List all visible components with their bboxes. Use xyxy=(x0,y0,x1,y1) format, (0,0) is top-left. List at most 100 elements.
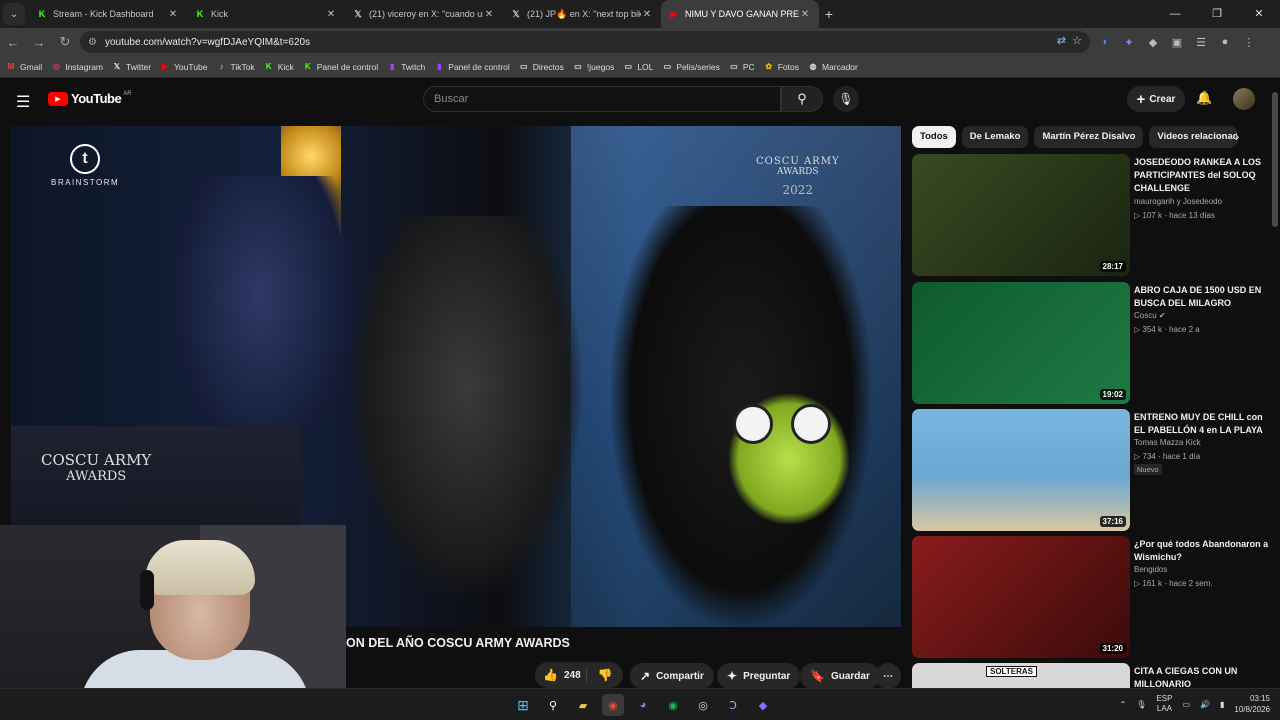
youtube-logo[interactable]: ▶ YouTube AR xyxy=(48,91,132,106)
tab-youtube-video[interactable]: ▶ NIMU Y DAVO GANAN PREMIO ✕ xyxy=(661,0,819,28)
windows-icon[interactable]: ⊞ xyxy=(512,694,534,716)
close-tab-icon[interactable]: ✕ xyxy=(167,9,179,20)
recommendation-title[interactable]: CITA A CIEGAS CON UN MILLONARIO xyxy=(1134,665,1272,688)
mic-icon[interactable]: 🎙 xyxy=(1136,700,1146,709)
save-button[interactable]: 🔖 Guardar xyxy=(800,663,880,689)
bookmark-folder-pelis[interactable]: ▭ Pelis/series xyxy=(662,62,720,72)
channel-name[interactable]: Coscu ✔ xyxy=(1134,311,1166,320)
bookmark-twitch[interactable]: ▮ Twitch xyxy=(387,62,425,72)
more-actions-button[interactable]: ⋯ xyxy=(875,663,901,689)
menu-icon[interactable]: ⋮ xyxy=(1242,36,1256,49)
channel-name[interactable]: Tomas Mazza Kick xyxy=(1134,438,1201,447)
like-button[interactable]: 👍 248 xyxy=(535,668,587,682)
close-tab-icon[interactable]: ✕ xyxy=(325,9,337,20)
share-button[interactable]: ↗ Compartir xyxy=(630,663,714,689)
recommendation-item[interactable]: 19:02 ABRO CAJA DE 1500 USD EN BUSCA DEL… xyxy=(912,282,1272,404)
new-tab-button[interactable]: + xyxy=(819,6,839,22)
bookmark-fotos[interactable]: ✿ Fotos xyxy=(764,62,799,72)
language-indicator[interactable]: ESP LAA xyxy=(1156,694,1172,714)
create-button[interactable]: + Crear xyxy=(1127,86,1185,112)
bookmark-marcador[interactable]: ◍ Marcador xyxy=(808,62,857,72)
video-thumbnail[interactable]: 28:17 xyxy=(912,154,1130,276)
bookmark-kick-panel[interactable]: K Panel de control xyxy=(303,62,378,72)
video-thumbnail[interactable]: 19:02 xyxy=(912,282,1130,404)
page-scrollbar[interactable] xyxy=(1272,82,1278,682)
volume-icon[interactable]: 🔊 xyxy=(1200,700,1210,709)
recommendation-item[interactable]: SOLTERAS CITA A CIEGAS CON UN MILLONARIO xyxy=(912,663,1272,688)
recommendation-title[interactable]: JOSEDEODO RANKEA A LOS PARTICIPANTES del… xyxy=(1134,156,1272,195)
bookmark-folder-directos[interactable]: ▭ Directos xyxy=(519,62,564,72)
tab-x-viceroy[interactable]: 𝕏 (21) viceroy en X: "cuando una ✕ xyxy=(345,0,503,28)
avatar[interactable] xyxy=(1233,88,1255,110)
tab-x-jp[interactable]: 𝕏 (21) JP🔥 en X: "next top biker ✕ xyxy=(503,0,661,28)
bookmark-star-icon[interactable]: ☆ xyxy=(1072,34,1082,47)
search-button[interactable]: ⚲ xyxy=(781,86,823,112)
scrollbar-thumb[interactable] xyxy=(1272,92,1278,227)
chip-todos[interactable]: Todos xyxy=(912,126,956,148)
close-tab-icon[interactable]: ✕ xyxy=(641,9,653,20)
search-input[interactable]: Buscar xyxy=(423,86,781,112)
dislike-button[interactable]: 👎 xyxy=(587,668,623,682)
app-icon[interactable]: ◆ xyxy=(752,694,774,716)
sidebar-icon[interactable]: ☰ xyxy=(1194,36,1208,49)
back-icon[interactable]: ← xyxy=(0,35,26,50)
reload-icon[interactable]: ↻ xyxy=(52,34,78,50)
search-icon[interactable]: ⚲ xyxy=(542,694,564,716)
bookmark-folder-juegos[interactable]: ▭ !juegos xyxy=(573,62,614,72)
chip-de-lemako[interactable]: De Lemako xyxy=(961,126,1029,148)
recommendation-title[interactable]: ENTRENO MUY DE CHILL con EL PABELLÓN 4 e… xyxy=(1134,411,1272,437)
file-explorer-icon[interactable]: ▰ xyxy=(572,694,594,716)
monitor-icon[interactable]: ▭ xyxy=(1182,700,1190,709)
tab-kick[interactable]: K Kick ✕ xyxy=(187,0,345,28)
obs-icon[interactable]: ◎ xyxy=(692,694,714,716)
maximize-icon[interactable]: ❐ xyxy=(1196,0,1238,28)
bookmark-youtube[interactable]: ▶ YouTube xyxy=(160,62,207,72)
channel-name[interactable]: maurogarih y Josedeodo xyxy=(1134,197,1222,206)
minimize-icon[interactable]: — xyxy=(1154,0,1196,28)
extension-icon[interactable]: ◆ xyxy=(1146,36,1160,49)
video-thumbnail[interactable]: 31:20 xyxy=(912,536,1130,658)
video-thumbnail[interactable]: 37:16 xyxy=(912,409,1130,531)
battery-icon[interactable]: ▮ xyxy=(1220,700,1224,709)
recommendation-item[interactable]: 31:20 ¿Por qué todos Abandonaron a Wismi… xyxy=(912,536,1272,658)
chevron-right-icon[interactable]: › xyxy=(1235,126,1239,148)
menu-hamburger-icon[interactable]: ☰ xyxy=(16,92,30,112)
bookmark-twitch-panel[interactable]: ▮ Panel de control xyxy=(434,62,510,72)
bookmark-folder-lol[interactable]: ▭ LOL xyxy=(623,62,654,72)
bookmark-instagram[interactable]: ◎ Instagram xyxy=(51,62,103,72)
site-info-icon[interactable]: ⚙ xyxy=(88,37,97,48)
forward-icon[interactable]: → xyxy=(26,35,52,50)
ask-button[interactable]: ✦ Preguntar xyxy=(717,663,801,689)
channel-name[interactable]: Bengidos xyxy=(1134,565,1167,574)
clock[interactable]: 03:15 10/8/2026 xyxy=(1234,693,1270,715)
recommendation-title[interactable]: ABRO CAJA DE 1500 USD EN BUSCA DEL MILAG… xyxy=(1134,284,1272,310)
extension-icon[interactable]: ◗ xyxy=(1098,36,1112,48)
video-thumbnail[interactable]: SOLTERAS xyxy=(912,663,1130,688)
translate-icon[interactable]: ⇄ xyxy=(1057,34,1066,47)
bookmark-folder-pc[interactable]: ▭ PC xyxy=(729,62,755,72)
chevron-up-icon[interactable]: ⌃ xyxy=(1120,700,1127,709)
chip-videos-relacionados[interactable]: Videos relacionados xyxy=(1149,126,1238,148)
tab-kick-dashboard[interactable]: K Stream - Kick Dashboard ✕ xyxy=(29,0,187,28)
bookmark-gmail[interactable]: M Gmail xyxy=(6,62,43,72)
discord-icon[interactable]: ◕ xyxy=(632,694,654,716)
chip-martin-perez-disalvo[interactable]: Martín Pérez Disalvo xyxy=(1034,126,1144,148)
close-tab-icon[interactable]: ✕ xyxy=(483,9,495,20)
recommendation-title[interactable]: ¿Por qué todos Abandonaron a Wismichu? xyxy=(1134,538,1272,564)
cursor-icon[interactable]: Ↄ xyxy=(722,694,744,716)
chrome-icon[interactable]: ◉ xyxy=(602,694,624,716)
notifications-bell-icon[interactable]: 🔔 xyxy=(1196,90,1212,106)
recommendation-item[interactable]: 28:17 JOSEDEODO RANKEA A LOS PARTICIPANT… xyxy=(912,154,1272,276)
spotify-icon[interactable]: ◉ xyxy=(662,694,684,716)
extension-icon[interactable]: ✦ xyxy=(1122,36,1136,49)
url-field[interactable]: ⚙ youtube.com/watch?v=wgfDJAeYQIM&t=620s… xyxy=(80,31,1090,53)
close-tab-icon[interactable]: ✕ xyxy=(799,9,811,20)
tab-search-icon[interactable]: ⌄ xyxy=(3,3,25,25)
voice-search-button[interactable]: 🎙 xyxy=(833,86,859,112)
profile-icon[interactable]: ● xyxy=(1218,36,1232,48)
recommendation-item[interactable]: 37:16 ENTRENO MUY DE CHILL con EL PABELL… xyxy=(912,409,1272,531)
bookmark-tiktok[interactable]: ♪ TikTok xyxy=(216,62,254,72)
puzzle-icon[interactable]: ▣ xyxy=(1170,36,1184,49)
bookmark-twitter[interactable]: 𝕏 Twitter xyxy=(112,62,151,72)
bookmark-kick[interactable]: K Kick xyxy=(264,62,294,72)
